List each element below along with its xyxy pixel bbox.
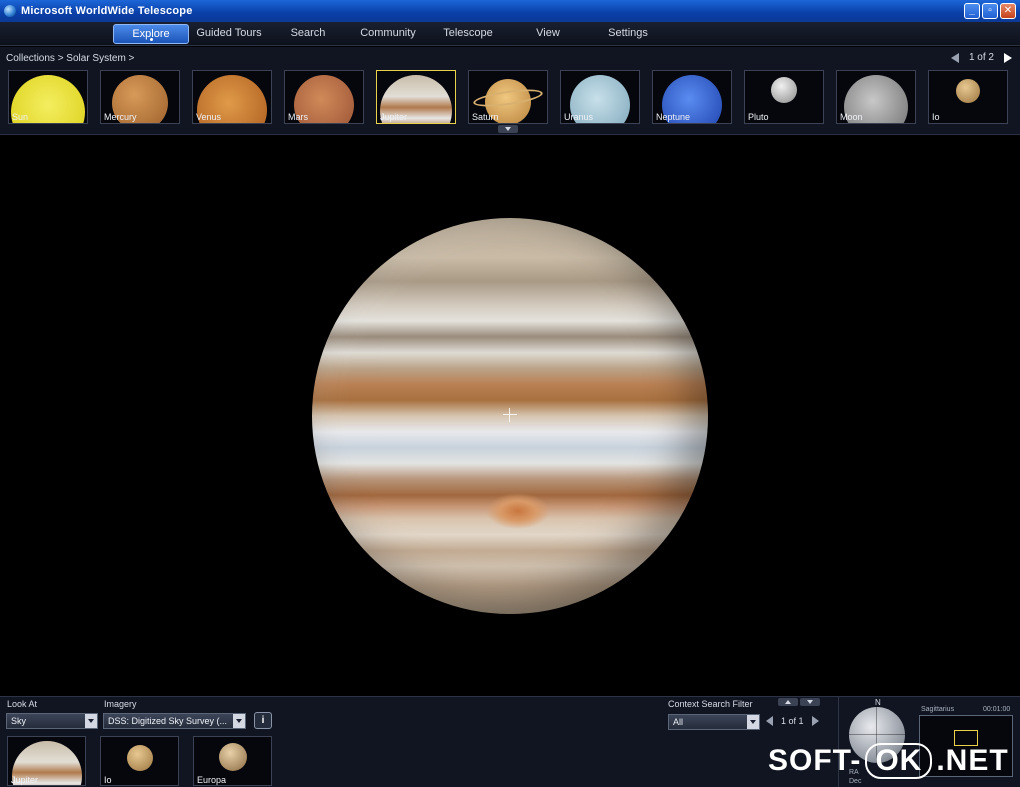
context-filter-label: Context Search Filter [668, 699, 753, 709]
context-item-jupiter[interactable]: Jupiter [7, 736, 86, 786]
time-readout: 00:01:00 [983, 706, 1011, 713]
main-nav: Explore Guided Tours Search Community Te… [0, 22, 1020, 46]
thumb-label: Pluto [748, 112, 769, 122]
context-item-io[interactable]: Io [100, 736, 179, 786]
thumb-label: Saturn [472, 112, 499, 122]
watermark-right: .NET [936, 744, 1009, 777]
context-filter-value: All [673, 717, 684, 727]
context-filter-dropdown[interactable]: All [668, 714, 760, 730]
next-page-icon[interactable] [811, 716, 819, 726]
thumb-saturn[interactable]: Saturn [468, 70, 548, 124]
sky-viewer[interactable] [0, 136, 1020, 696]
europa-icon [218, 743, 247, 771]
thumb-label: Moon [840, 112, 863, 122]
thumb-neptune[interactable]: Neptune [652, 70, 732, 124]
tab-search[interactable]: Search [272, 24, 344, 44]
title-bar: Microsoft WorldWide Telescope _ ▫ ✕ [0, 0, 1020, 22]
thumb-label: Venus [196, 112, 222, 122]
thumb-label: Sun [12, 112, 29, 122]
chevron-down-icon [85, 714, 97, 728]
tab-view[interactable]: View [512, 24, 584, 44]
context-pager: 1 of 1 [766, 716, 819, 726]
panel-size-controls [778, 698, 820, 706]
thumb-label: Io [932, 112, 940, 122]
tab-guided-tours[interactable]: Guided Tours [190, 24, 268, 44]
imagery-dropdown[interactable]: DSS: Digitized Sky Survey (... [103, 713, 246, 729]
minimize-button[interactable]: _ [964, 3, 980, 19]
chevron-down-icon [747, 715, 759, 729]
imagery-value: DSS: Digitized Sky Survey (... [108, 716, 228, 726]
collapse-panel-button[interactable] [800, 698, 820, 706]
thumb-label: Jupiter [380, 112, 408, 122]
look-at-value: Sky [11, 716, 27, 726]
thumb-label: Uranus [564, 112, 594, 122]
window-title: Microsoft WorldWide Telescope [21, 5, 193, 17]
app-globe-icon [4, 5, 16, 17]
thumb-venus[interactable]: Venus [192, 70, 272, 124]
next-page-icon[interactable] [1004, 52, 1012, 63]
info-button[interactable]: i [254, 712, 272, 729]
tab-community[interactable]: Community [352, 24, 424, 44]
look-at-label: Look At [7, 699, 38, 709]
expand-panel-button[interactable] [778, 698, 798, 706]
thumb-pluto[interactable]: Pluto [744, 70, 824, 124]
breadcrumb[interactable]: Collections > Solar System > [6, 53, 134, 64]
imagery-label: Imagery [104, 699, 137, 709]
chevron-down-icon [233, 714, 245, 728]
io-icon [956, 79, 980, 103]
tab-telescope[interactable]: Telescope [432, 24, 504, 44]
thumb-label: Neptune [656, 112, 691, 122]
thumb-mercury[interactable]: Mercury [100, 70, 180, 124]
io-icon [126, 745, 153, 771]
restore-button[interactable]: ▫ [982, 3, 998, 19]
watermark-mid: OK [865, 743, 933, 779]
thumb-label: Mars [288, 112, 308, 122]
constellation-name: Sagittarius [921, 706, 955, 713]
context-item-europa[interactable]: Europa [193, 736, 272, 786]
thumb-uranus[interactable]: Uranus [560, 70, 640, 124]
collapse-strip-button[interactable] [498, 125, 518, 133]
north-label: N [875, 698, 881, 707]
context-item-label: Jupiter [11, 775, 39, 785]
close-button[interactable]: ✕ [1000, 3, 1016, 19]
thumb-mars[interactable]: Mars [284, 70, 364, 124]
context-item-label: Io [104, 775, 112, 785]
tab-settings[interactable]: Settings [592, 24, 664, 44]
collection-pager: 1 of 2 [950, 52, 1012, 63]
tab-explore[interactable]: Explore [113, 24, 189, 44]
collection-browser: Collections > Solar System > 1 of 2 Sun … [0, 47, 1020, 135]
crosshair-icon [503, 408, 517, 422]
context-item-label: Europa [197, 775, 227, 785]
thumb-label: Mercury [104, 112, 137, 122]
pluto-icon [771, 77, 797, 103]
window-controls: _ ▫ ✕ [964, 3, 1016, 19]
previous-page-icon[interactable] [766, 716, 773, 726]
page-indicator: 1 of 2 [968, 52, 994, 63]
watermark-left: SOFT- [768, 744, 862, 777]
thumb-io[interactable]: Io [928, 70, 1008, 124]
thumb-jupiter[interactable]: Jupiter [376, 70, 456, 124]
thumb-moon[interactable]: Moon [836, 70, 916, 124]
thumb-sun[interactable]: Sun [8, 70, 88, 124]
look-at-dropdown[interactable]: Sky [6, 713, 98, 729]
previous-page-icon[interactable] [950, 52, 959, 63]
context-page-indicator: 1 of 1 [781, 716, 804, 726]
watermark: SOFT- OK .NET [768, 741, 1009, 781]
